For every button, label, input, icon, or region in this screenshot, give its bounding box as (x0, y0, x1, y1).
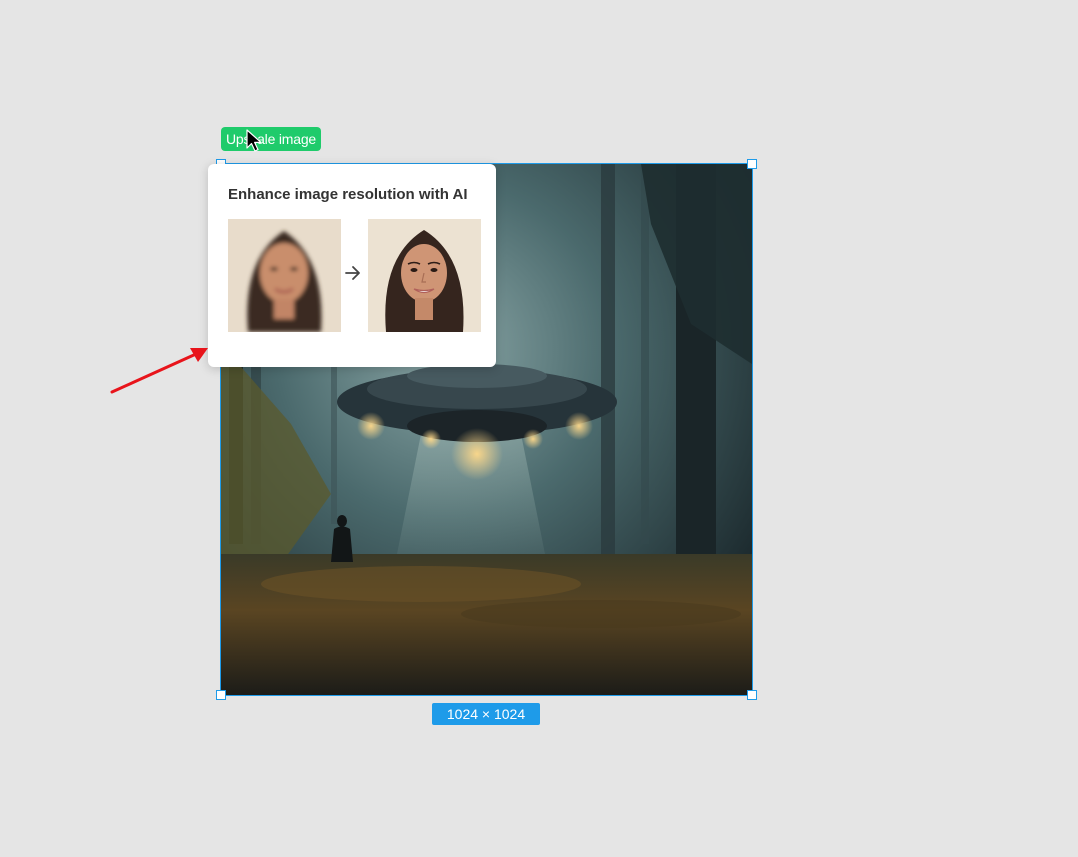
resize-handle-bottom-right[interactable] (747, 690, 757, 700)
blurry-portrait (228, 219, 341, 332)
resize-handle-top-right[interactable] (747, 159, 757, 169)
editor-canvas[interactable]: 1024 × 1024 Enhance image resolution wit… (0, 0, 1078, 857)
image-size-badge: 1024 × 1024 (432, 703, 540, 725)
upscale-tooltip: Enhance image resolution with AI (208, 164, 496, 367)
resize-handle-bottom-left[interactable] (216, 690, 226, 700)
arrow-right-icon (345, 266, 360, 280)
mouse-cursor-icon (246, 129, 262, 152)
sharp-portrait (368, 219, 481, 332)
annotation-arrow-icon (110, 348, 208, 394)
after-thumbnail (368, 219, 481, 332)
before-thumbnail (228, 219, 341, 332)
upscale-image-button[interactable]: Upscale image (221, 127, 321, 151)
tooltip-title: Enhance image resolution with AI (228, 186, 468, 203)
